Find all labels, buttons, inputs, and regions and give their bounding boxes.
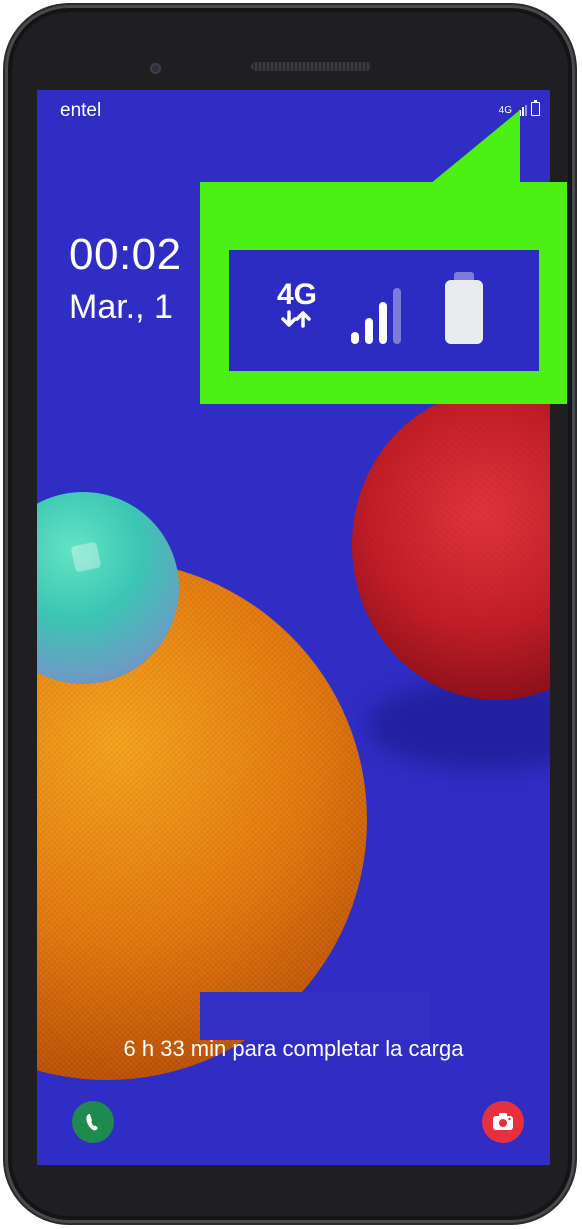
carrier-name: entel (60, 100, 102, 121)
lock-clock: 00:02 (69, 230, 182, 279)
signal-icon-small (516, 105, 527, 116)
camera-icon (493, 1113, 513, 1130)
callout-zoom-panel: 4G (229, 250, 539, 371)
phone-icon (86, 1114, 98, 1131)
network-type-small: 4G (498, 105, 512, 116)
network-type-large: 4G (277, 280, 317, 328)
phone-shortcut[interactable] (72, 1101, 114, 1143)
battery-icon-small (531, 100, 540, 116)
signal-bar (379, 302, 387, 344)
front-camera (150, 63, 161, 74)
charge-panel (200, 992, 430, 1040)
wallpaper-red-ball (352, 390, 550, 700)
status-icons: 4G (498, 100, 540, 116)
charging-status: 6 h 33 min para completar la carga (123, 1036, 464, 1061)
data-arrows-icon (281, 310, 311, 328)
lock-date: Mar., 1 (69, 288, 173, 326)
network-label: 4G (277, 278, 318, 311)
signal-bar (351, 332, 359, 344)
earpiece-speaker (251, 62, 371, 71)
signal-bar (365, 318, 373, 344)
battery-icon-large (445, 272, 483, 344)
signal-icon-large (351, 288, 401, 344)
camera-shortcut[interactable] (482, 1101, 524, 1143)
signal-bar (393, 288, 401, 344)
